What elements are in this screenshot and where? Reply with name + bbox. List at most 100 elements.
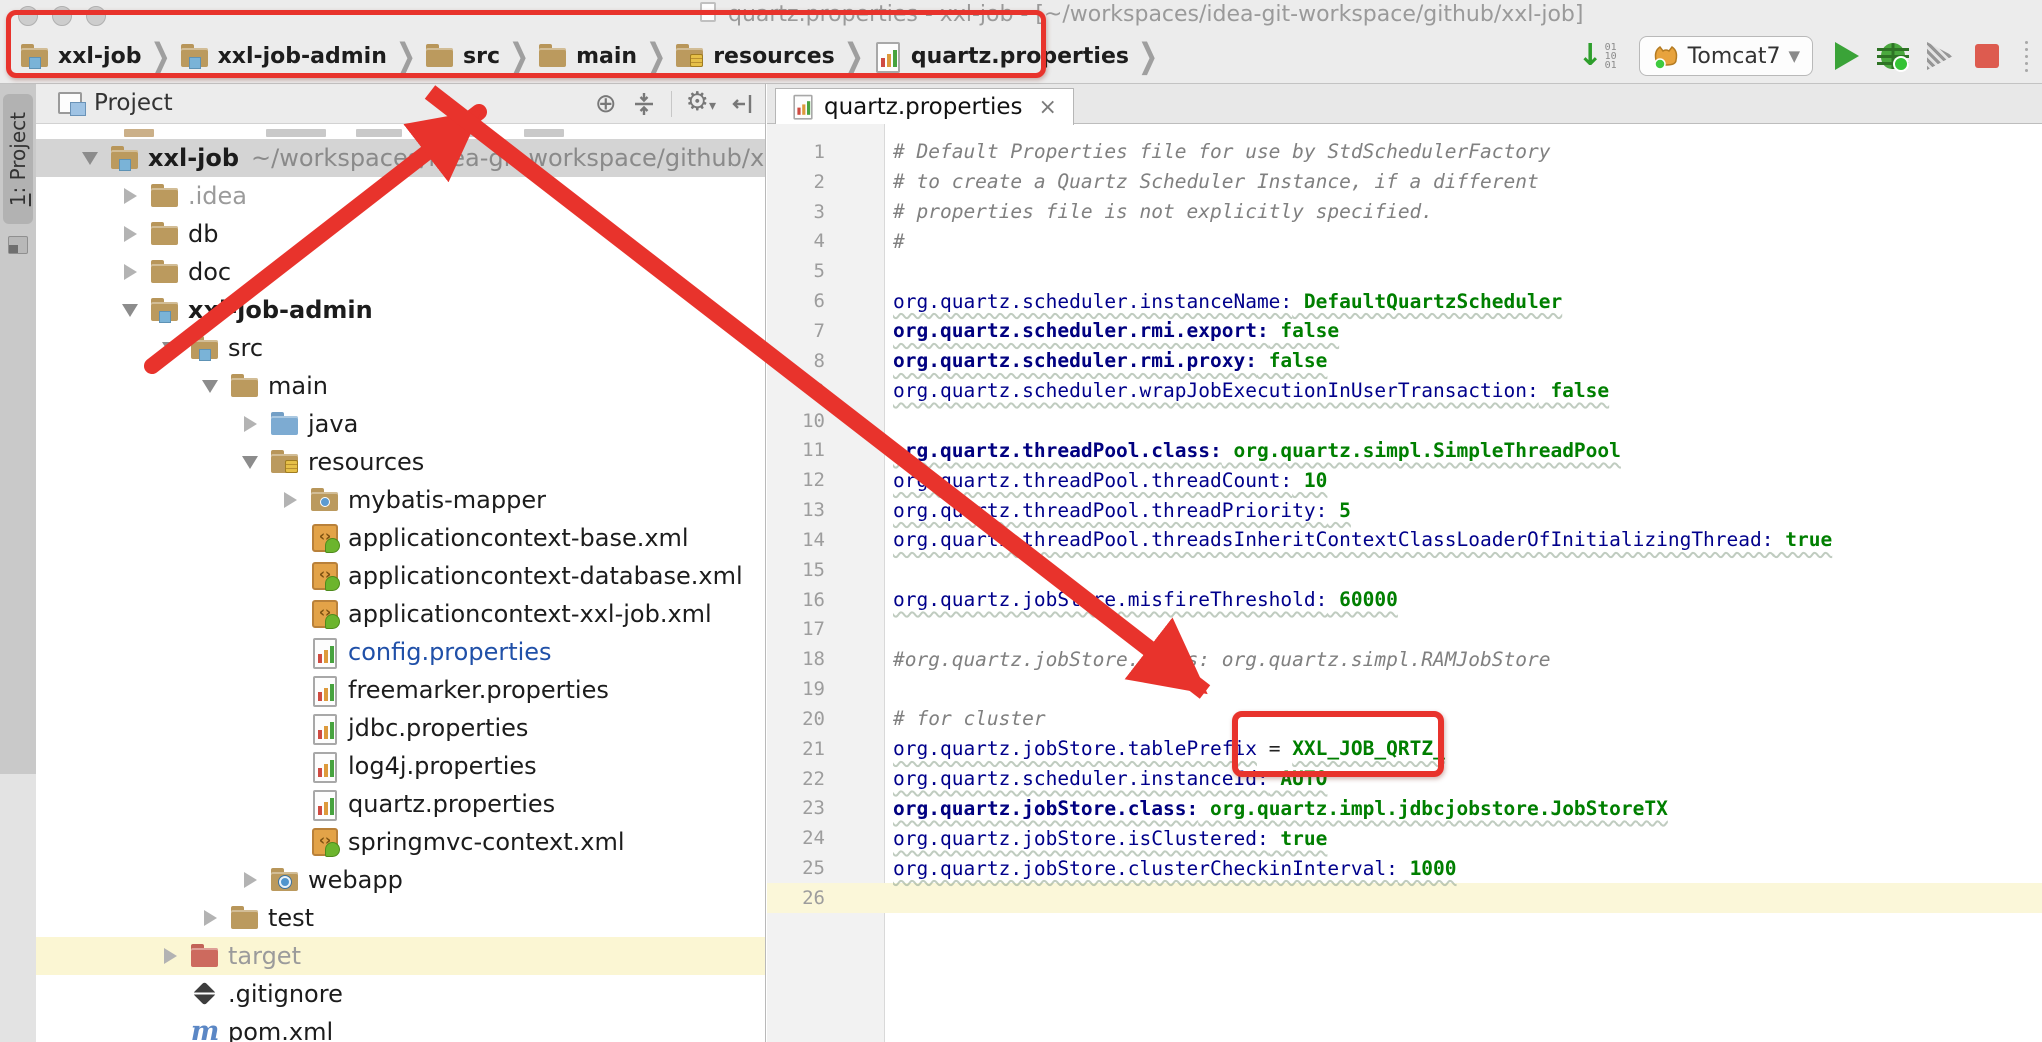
run-configuration-select[interactable]: Tomcat7 ▼ [1639, 36, 1813, 76]
zoom-window-button[interactable] [86, 6, 106, 26]
breadcrumb-item-main[interactable]: main [538, 41, 637, 71]
code-line-15[interactable]: 15 [767, 555, 2042, 585]
breadcrumb-item-quartz.properties[interactable]: quartz.properties [873, 41, 1129, 71]
code-line-22[interactable]: 22 org.quartz.scheduler.instanceId: AUTO [767, 764, 2042, 794]
tree-row-quartz.properties[interactable]: quartz.properties [36, 785, 766, 823]
tree-row-main[interactable]: main [36, 367, 766, 405]
code-line-12[interactable]: 12 org.quartz.threadPool.threadCount: 10 [767, 465, 2042, 495]
tree-row-src[interactable]: src [36, 329, 766, 367]
code-line-4[interactable]: 4 # [767, 227, 2042, 257]
minimize-window-button[interactable] [52, 6, 72, 26]
tree-row-doc[interactable]: doc [36, 253, 766, 291]
tree-row-webapp[interactable]: webapp [36, 861, 766, 899]
tree-row-applicationcontext-xxl-job.xml[interactable]: applicationcontext-xxl-job.xml [36, 595, 766, 633]
code-line-1[interactable]: 1 # Default Properties file for use by S… [767, 137, 2042, 167]
collapsed-arrow-icon[interactable] [284, 492, 297, 508]
code-line-17[interactable]: 17 [767, 615, 2042, 645]
tree-row-.idea[interactable]: .idea [36, 177, 766, 215]
tree-row-freemarker.properties[interactable]: freemarker.properties [36, 671, 766, 709]
spring-xml-file-icon [310, 561, 340, 591]
code-line-2[interactable]: 2 # to create a Quartz Scheduler Instanc… [767, 167, 2042, 197]
tree-row-config.properties[interactable]: config.properties [36, 633, 766, 671]
code-line-13[interactable]: 13 org.quartz.threadPool.threadPriority:… [767, 495, 2042, 525]
collapsed-arrow-icon[interactable] [204, 910, 217, 926]
tree-row-test[interactable]: test [36, 899, 766, 937]
module-folder-icon [180, 41, 210, 71]
stop-button[interactable] [1975, 44, 1999, 68]
code-line-25[interactable]: 25 org.quartz.jobStore.clusterCheckinInt… [767, 853, 2042, 883]
code-area[interactable]: 1 # Default Properties file for use by S… [767, 124, 2042, 913]
code-line-18[interactable]: 18 #org.quartz.jobStore.class: org.quart… [767, 644, 2042, 674]
code-line-9[interactable]: 9 org.quartz.scheduler.wrapJobExecutionI… [767, 376, 2042, 406]
tree-row-log4j.properties[interactable]: log4j.properties [36, 747, 766, 785]
project-tool-window-tab[interactable]: 1: Project [3, 94, 33, 224]
tree-row-jdbc.properties[interactable]: jdbc.properties [36, 709, 766, 747]
breadcrumb-item-xxl-job[interactable]: xxl-job [20, 41, 141, 71]
settings-gear-icon[interactable]: ⚙▾ [686, 89, 716, 119]
code-line-10[interactable]: 10 [767, 406, 2042, 436]
collapsed-arrow-icon[interactable] [244, 872, 257, 888]
run-button[interactable] [1835, 42, 1859, 70]
tree-row-resources[interactable]: resources [36, 443, 766, 481]
code-line-23[interactable]: 23 org.quartz.jobStore.class: org.quartz… [767, 794, 2042, 824]
line-number: 1 [767, 141, 885, 163]
view-switcher-caret-icon[interactable]: ▼ [436, 92, 450, 113]
expanded-arrow-icon[interactable] [202, 380, 218, 393]
tree-row-db[interactable]: db [36, 215, 766, 253]
tree-row-.gitignore[interactable]: .gitignore [36, 975, 766, 1013]
tree-item-label: applicationcontext-database.xml [348, 562, 743, 590]
update-indicator-icon[interactable]: ↓ 011001 [1577, 43, 1616, 70]
tree-row-applicationcontext-base.xml[interactable]: applicationcontext-base.xml [36, 519, 766, 557]
code-line-3[interactable]: 3 # properties file is not explicitly sp… [767, 197, 2042, 227]
tree-row-target[interactable]: target [36, 937, 766, 975]
code-line-11[interactable]: 11 org.quartz.threadPool.class: org.quar… [767, 435, 2042, 465]
tree-row-java[interactable]: java [36, 405, 766, 443]
collapsed-arrow-icon[interactable] [164, 948, 177, 964]
code-line-24[interactable]: 24 org.quartz.jobStore.isClustered: true [767, 823, 2042, 853]
expanded-arrow-icon[interactable] [162, 342, 178, 355]
collapsed-arrow-icon[interactable] [124, 264, 137, 280]
breadcrumb-item-src[interactable]: src [425, 41, 500, 71]
tree-row-xxl-job[interactable]: xxl-job~/workspaces/idea-git-workspace/g… [36, 139, 766, 177]
hide-panel-icon[interactable] [730, 91, 756, 117]
project-path-suffix: ~/workspaces/idea-git-workspace/github/x… [251, 144, 766, 172]
line-number: 18 [767, 648, 885, 670]
tree-row-springmvc-context.xml[interactable]: springmvc-context.xml [36, 823, 766, 861]
resources-folder-icon [270, 447, 300, 477]
code-line-20[interactable]: 20 # for cluster [767, 704, 2042, 734]
close-tab-icon[interactable]: × [1039, 95, 1057, 120]
expanded-arrow-icon[interactable] [82, 152, 98, 165]
code-line-16[interactable]: 16 org.quartz.jobStore.misfireThreshold:… [767, 585, 2042, 615]
code-line-6[interactable]: 6 org.quartz.scheduler.instanceName: Def… [767, 286, 2042, 316]
tree-row-applicationcontext-database.xml[interactable]: applicationcontext-database.xml [36, 557, 766, 595]
code-line-19[interactable]: 19 [767, 674, 2042, 704]
locate-file-icon[interactable]: ⊕ [595, 91, 617, 117]
tree-item-label: doc [188, 258, 231, 286]
code-line-7[interactable]: 7 org.quartz.scheduler.rmi.export: false [767, 316, 2042, 346]
code-line-26[interactable]: 26 [767, 883, 2042, 913]
folder-icon [538, 41, 568, 71]
collapsed-arrow-icon[interactable] [124, 188, 137, 204]
collapsed-arrow-icon[interactable] [244, 416, 257, 432]
debug-button[interactable] [1881, 43, 1905, 69]
tree-row-pom.xml[interactable]: m pom.xml [36, 1013, 766, 1042]
run-with-coverage-button[interactable] [1927, 42, 1953, 70]
project-panel: Project ▼ ⊕ ⚙▾ xxl-job~/workspaces/idea-… [36, 84, 766, 1042]
expanded-arrow-icon[interactable] [122, 304, 138, 317]
collapse-all-icon[interactable] [631, 91, 657, 117]
collapsed-arrow-icon[interactable] [124, 226, 137, 242]
tab-quartz-properties[interactable]: quartz.properties × [775, 88, 1074, 125]
close-window-button[interactable] [18, 6, 38, 26]
breadcrumb-item-xxl-job-admin[interactable]: xxl-job-admin [180, 41, 387, 71]
tree-item-label: freemarker.properties [348, 676, 609, 704]
toolbar-grip-handle[interactable] [2025, 41, 2028, 72]
code-line-21[interactable]: 21 org.quartz.jobStore.tablePrefix = XXL… [767, 734, 2042, 764]
tree-row-mybatis-mapper[interactable]: mybatis-mapper [36, 481, 766, 519]
tree-row-xxl-job-admin[interactable]: xxl-job-admin [36, 291, 766, 329]
breadcrumb-item-resources[interactable]: resources [675, 41, 835, 71]
expanded-arrow-icon[interactable] [242, 456, 258, 469]
code-line-5[interactable]: 5 [767, 256, 2042, 286]
properties-file-icon [310, 789, 340, 819]
code-line-14[interactable]: 14 org.quartz.threadPool.threadsInheritC… [767, 525, 2042, 555]
code-line-8[interactable]: 8 org.quartz.scheduler.rmi.proxy: false [767, 346, 2042, 376]
